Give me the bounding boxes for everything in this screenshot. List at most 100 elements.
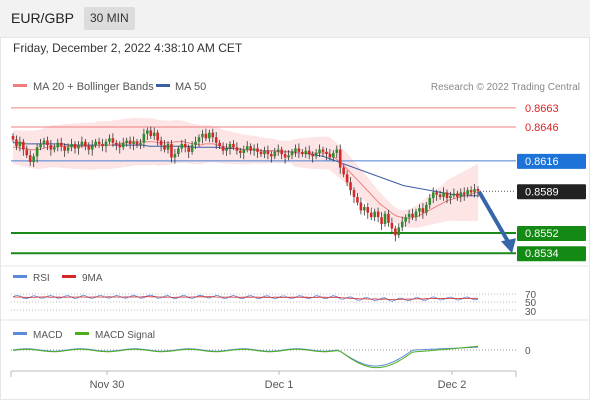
candle-body	[104, 141, 108, 147]
macd-signal-legend-label: MACD Signal	[95, 330, 155, 341]
candle-body	[128, 140, 132, 144]
candle-body	[25, 149, 29, 156]
candle-body	[270, 154, 273, 157]
candle-body	[53, 147, 56, 150]
candle-body	[77, 145, 80, 149]
candle-body	[87, 146, 91, 150]
candle-body	[211, 132, 215, 138]
candle-body	[146, 130, 149, 134]
x-tick-label: Dec 2	[438, 379, 467, 391]
candle-body	[56, 142, 60, 148]
candle-body	[352, 190, 356, 197]
price-level-label: 0.8663	[525, 103, 559, 115]
candle-body	[449, 195, 452, 199]
candle-body	[366, 207, 370, 213]
candle-body	[301, 151, 304, 155]
rsi-ma-legend-swatch	[62, 275, 76, 278]
forecast-arrow-shaft	[478, 191, 511, 246]
candle-body	[342, 167, 345, 175]
candle-body	[201, 133, 204, 138]
candle-body	[476, 189, 480, 192]
candle-body	[235, 147, 239, 151]
candle-body	[390, 222, 394, 229]
candle-body	[125, 140, 128, 143]
candle-body	[35, 147, 39, 157]
candle-body	[438, 194, 442, 197]
candle-body	[225, 148, 228, 151]
candle-body	[266, 150, 270, 155]
candle-body	[94, 141, 97, 146]
candle-body	[280, 149, 283, 155]
ma20-legend-label: MA 20 + Bollinger Bands	[33, 81, 154, 93]
candle-body	[418, 208, 421, 212]
candle-body	[380, 217, 383, 224]
candle-body	[369, 212, 373, 218]
candle-body	[383, 213, 387, 224]
source-credit: Research © 2022 Trading Central	[431, 82, 580, 93]
candle-body	[245, 146, 249, 150]
candle-body	[152, 132, 156, 137]
candle-body	[221, 146, 225, 151]
candle-body	[163, 145, 166, 150]
candle-body	[204, 133, 208, 139]
candle-body	[70, 143, 73, 148]
candle-body	[180, 143, 184, 149]
candle-body	[435, 192, 438, 195]
candle-body	[80, 141, 84, 146]
candle-body	[159, 140, 163, 146]
x-tick-label: Dec 1	[265, 379, 294, 391]
candle-body	[228, 143, 232, 149]
price-level-label: 0.8646	[525, 122, 559, 134]
candle-body	[459, 192, 463, 197]
candle-body	[456, 193, 459, 197]
macd-legend-swatch	[13, 332, 27, 335]
price-level-label: 0.8616	[525, 156, 559, 168]
candle-body	[252, 148, 256, 151]
price-level-label: 0.8552	[525, 228, 559, 240]
candle-body	[121, 142, 125, 148]
macd-zero-label: 0	[525, 346, 531, 357]
candle-body	[194, 141, 197, 146]
candle-body	[173, 154, 177, 158]
candle-body	[314, 152, 318, 157]
candle-body	[59, 142, 63, 147]
candle-body	[425, 204, 428, 213]
candle-body	[473, 189, 476, 193]
rsi-line	[12, 294, 479, 302]
candle-body	[183, 143, 187, 148]
candle-body	[149, 130, 153, 137]
candle-body	[101, 143, 104, 147]
candle-body	[49, 145, 53, 150]
candle-body	[325, 151, 328, 155]
candle-body	[445, 192, 449, 199]
candle-body	[46, 140, 49, 146]
candle-body	[407, 213, 411, 218]
candle-body	[170, 143, 173, 158]
ma50-legend-label: MA 50	[175, 81, 206, 93]
candle-body	[90, 145, 94, 150]
candle-body	[363, 207, 366, 211]
candle-body	[276, 149, 280, 152]
candle-body	[15, 139, 18, 147]
candle-body	[84, 141, 87, 147]
candle-body	[287, 155, 290, 158]
rsi-legend-label: RSI	[33, 273, 50, 284]
candle-body	[115, 142, 118, 146]
candle-body	[400, 221, 404, 228]
candle-body	[239, 150, 242, 153]
rsi-level-30: 30	[525, 307, 537, 318]
candle-body	[297, 148, 301, 152]
candle-body	[442, 192, 445, 197]
candle-body	[307, 150, 311, 155]
candle-body	[311, 154, 314, 157]
candle-body	[28, 155, 32, 162]
candle-body	[335, 149, 339, 153]
candle-body	[190, 145, 194, 152]
candle-body	[132, 141, 135, 144]
price-level-label: 0.8589	[525, 186, 559, 198]
ma50-legend-swatch	[156, 84, 170, 87]
candle-body	[11, 136, 15, 140]
candle-body	[22, 141, 25, 150]
candle-body	[97, 141, 101, 144]
candle-body	[304, 150, 308, 155]
